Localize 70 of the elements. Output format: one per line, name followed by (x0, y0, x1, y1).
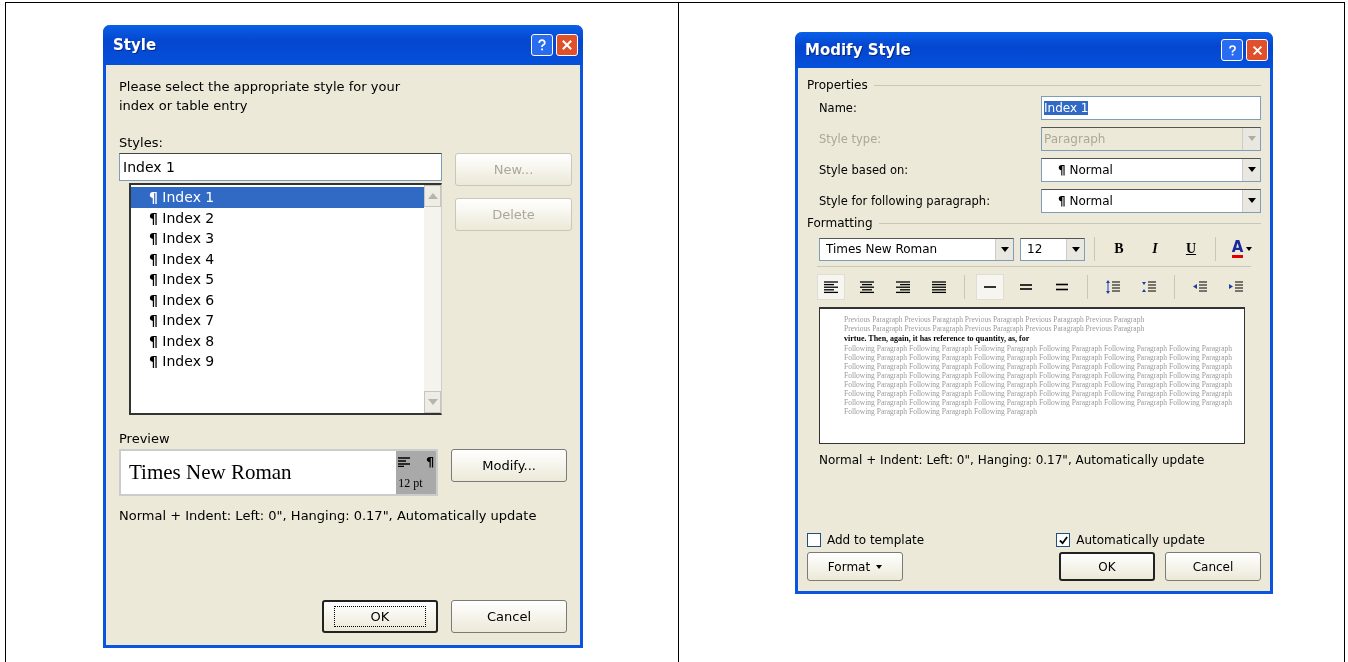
cancel-button[interactable]: Cancel (1165, 552, 1261, 581)
italic-button[interactable]: I (1140, 237, 1170, 261)
cancel-button[interactable]: Cancel (451, 600, 567, 633)
preview-label: Preview (119, 431, 171, 446)
bold-button[interactable]: B (1104, 237, 1134, 261)
dropdown[interactable]: ¶ Normal (1041, 188, 1261, 213)
question-mark-icon (535, 38, 549, 52)
style-list-item[interactable]: ¶ Index 3 (131, 228, 424, 249)
checkbox[interactable]: Automatically update (1056, 533, 1205, 547)
font-color-button[interactable]: A (1225, 237, 1259, 261)
up-arrow-icon (427, 193, 438, 199)
paragraph-mark: ¶ (425, 454, 435, 469)
style-description: Normal + Indent: Left: 0", Hanging: 0.17", Automatically update (819, 453, 1206, 467)
text-align-icon (823, 280, 839, 294)
close-icon (560, 38, 574, 52)
checkbox[interactable]: Add to template (807, 533, 925, 547)
text-align-icon (859, 280, 875, 294)
style-list-item[interactable]: ¶ Index 4 (131, 248, 424, 269)
instruction-text: Please select the appropriate style for your index or table entry (119, 78, 401, 115)
style-list-item[interactable]: ¶ Index 9 (131, 351, 424, 372)
checkbox-box[interactable] (807, 533, 821, 547)
styles-label: Styles: (119, 135, 164, 150)
dropdown-arrow-icon (1071, 246, 1080, 252)
dropdown-arrow-icon (1246, 247, 1253, 251)
ok-button[interactable]: OK (322, 600, 438, 633)
dropdown-arrow-icon (876, 564, 883, 569)
check-icon (1058, 535, 1068, 545)
style-description: Normal + Indent: Left: 0", Hanging: 0.17", Automatically update (119, 507, 538, 525)
underline-button[interactable]: U (1176, 237, 1206, 261)
field-label: Style type: (819, 131, 882, 146)
group-heading: Formatting (807, 216, 873, 230)
close-button[interactable] (556, 34, 578, 56)
dropdown[interactable]: ¶ Normal (1041, 157, 1261, 182)
dropdown-arrow-icon (1247, 198, 1256, 203)
text-align-icon (931, 280, 947, 294)
style-list-item[interactable]: ¶ Index 5 (131, 269, 424, 290)
preview-text-line: virtue. Then, again, it has reference to quantity, as, for (844, 333, 1031, 344)
text-align-icon (895, 280, 911, 294)
modify-button[interactable]: Modify... (451, 449, 567, 482)
help-button[interactable] (531, 34, 553, 56)
font-size-text: 12 pt (398, 476, 424, 491)
dropdown-arrow-icon (1247, 167, 1256, 172)
window-title: Style (113, 36, 157, 54)
group-heading: Properties (807, 78, 868, 92)
font-size-dropdown[interactable]: 12 (1020, 237, 1085, 261)
align-left-icon (398, 456, 411, 467)
style-list-item[interactable]: ¶ Index 1 (131, 187, 424, 208)
checkbox-box[interactable] (1056, 533, 1071, 547)
field-label: Style for following paragraph: (819, 193, 991, 208)
down-arrow-icon (427, 399, 438, 405)
line-spacing-button[interactable] (976, 274, 1004, 300)
close-button[interactable] (1246, 39, 1268, 61)
format-button[interactable]: Format (807, 552, 903, 581)
style-list-item[interactable]: ¶ Index 7 (131, 310, 424, 331)
dropdown-arrow-icon (1000, 246, 1009, 252)
close-icon (1250, 43, 1264, 57)
preview-font-text: Times New Roman (128, 460, 292, 485)
field-label: Style based on: (819, 162, 909, 177)
style-name-field[interactable]: Index 1 (119, 153, 442, 181)
ok-button[interactable]: OK (1059, 552, 1155, 581)
style-list-item[interactable]: ¶ Index 2 (131, 207, 424, 228)
window-title: Modify Style (805, 41, 911, 59)
name-field[interactable]: Index 1 (1041, 95, 1261, 120)
align-button[interactable] (817, 274, 845, 300)
font-dropdown[interactable]: Times New Roman (819, 237, 1014, 261)
help-button[interactable] (1221, 39, 1243, 61)
style-list-item[interactable]: ¶ Index 8 (131, 330, 424, 351)
style-list-item[interactable]: ¶ Index 6 (131, 289, 424, 310)
field-label: Name: (819, 100, 857, 115)
dropdown-arrow-icon (1247, 136, 1256, 141)
